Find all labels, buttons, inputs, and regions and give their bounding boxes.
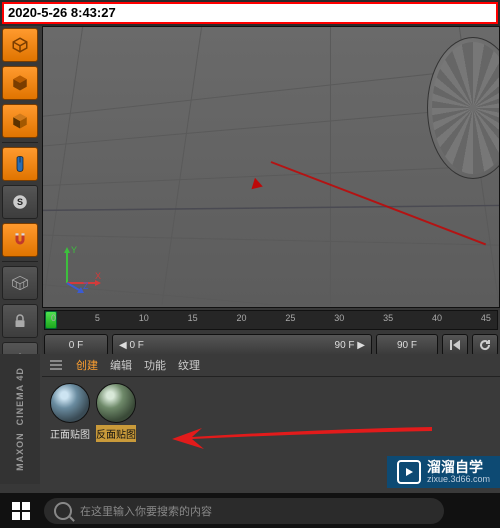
axis-y-label: Y xyxy=(71,245,77,255)
lock-workplane-button[interactable] xyxy=(2,304,38,338)
timeline-panel: 051015202530354045 0 F ◀ 0 F 90 F ▶ 90 F xyxy=(42,308,500,354)
range-start-label: ◀ 0 F xyxy=(119,340,144,351)
axis-z-label: Z xyxy=(83,281,89,291)
app-window: S xyxy=(0,26,500,528)
perspective-viewport[interactable]: Y X Z xyxy=(42,26,500,308)
menu-function[interactable]: 功能 xyxy=(144,357,166,373)
cube-shaded-icon xyxy=(11,112,29,130)
product-label: CINEMA 4D xyxy=(15,367,25,425)
timeline-ruler[interactable]: 051015202530354045 xyxy=(44,310,498,330)
snap-tool-button[interactable]: S xyxy=(2,185,38,219)
menu-create[interactable]: 创建 xyxy=(76,357,98,373)
windows-logo-icon xyxy=(12,502,30,520)
mouse-tool-button[interactable] xyxy=(2,147,38,181)
annotation-arrow xyxy=(172,425,432,449)
maxon-label: MAXON xyxy=(15,432,25,471)
workplane-button[interactable] xyxy=(2,266,38,300)
material-menu-bar: 创建 编辑 功能 纹理 xyxy=(42,354,500,377)
watermark-title: 溜溜自学 xyxy=(427,460,490,474)
search-placeholder: 在这里输入你要搜索的内容 xyxy=(80,503,212,519)
lock-icon xyxy=(11,312,29,330)
material-preview-sphere xyxy=(50,383,90,423)
goto-start-icon xyxy=(449,339,461,351)
play-circle-icon xyxy=(397,460,421,484)
menu-edit[interactable]: 编辑 xyxy=(110,357,132,373)
object-mode-button[interactable] xyxy=(2,66,38,100)
watermark-url: zixue.3d66.com xyxy=(427,474,490,484)
magnet-tool-button[interactable] xyxy=(2,223,38,257)
panel-grip-icon[interactable] xyxy=(50,360,62,370)
branding-strip: MAXON CINEMA 4D xyxy=(0,354,40,484)
frame-range-slider[interactable]: ◀ 0 F 90 F ▶ xyxy=(112,334,372,356)
goto-start-button[interactable] xyxy=(442,334,468,356)
refresh-icon xyxy=(479,339,491,351)
windows-taskbar: 在这里输入你要搜索的内容 xyxy=(0,493,500,528)
watermark-badge: 溜溜自学 zixue.3d66.com xyxy=(387,456,500,488)
viewport-grid xyxy=(43,27,499,305)
cube-solid-icon xyxy=(11,74,29,92)
material-preview-sphere xyxy=(96,383,136,423)
current-frame-field[interactable]: 0 F xyxy=(44,334,108,356)
menu-texture[interactable]: 纹理 xyxy=(178,357,200,373)
timeline-ticks: 051015202530354045 xyxy=(45,311,497,329)
magnet-icon xyxy=(11,231,29,249)
search-icon xyxy=(54,502,72,520)
axis-x-label: X xyxy=(95,271,101,281)
material-slot-back[interactable]: 反面贴图 xyxy=(96,383,136,442)
grid-icon xyxy=(11,274,29,292)
toolbar-divider-2 xyxy=(2,261,38,262)
refresh-button[interactable] xyxy=(472,334,498,356)
range-end-label: 90 F ▶ xyxy=(335,340,365,351)
start-button[interactable] xyxy=(6,497,36,525)
axis-gizmo[interactable]: Y X Z xyxy=(55,243,105,293)
cube-outline-icon xyxy=(11,36,29,54)
toolbar-divider xyxy=(2,142,38,143)
edge-mode-button[interactable] xyxy=(2,104,38,138)
timestamp-overlay: 2020-5-26 8:43:27 xyxy=(2,2,498,24)
timeline-controls: 0 F ◀ 0 F 90 F ▶ 90 F xyxy=(42,334,500,356)
s-circle-icon: S xyxy=(11,193,29,211)
material-label: 反面贴图 xyxy=(96,425,136,442)
end-frame-field[interactable]: 90 F xyxy=(376,334,438,356)
material-slot-front[interactable]: 正面贴图 xyxy=(50,383,90,442)
svg-text:S: S xyxy=(17,197,23,207)
mouse-icon xyxy=(11,155,29,173)
material-label: 正面贴图 xyxy=(50,425,90,442)
taskbar-search[interactable]: 在这里输入你要搜索的内容 xyxy=(44,498,444,524)
model-mode-button[interactable] xyxy=(2,28,38,62)
